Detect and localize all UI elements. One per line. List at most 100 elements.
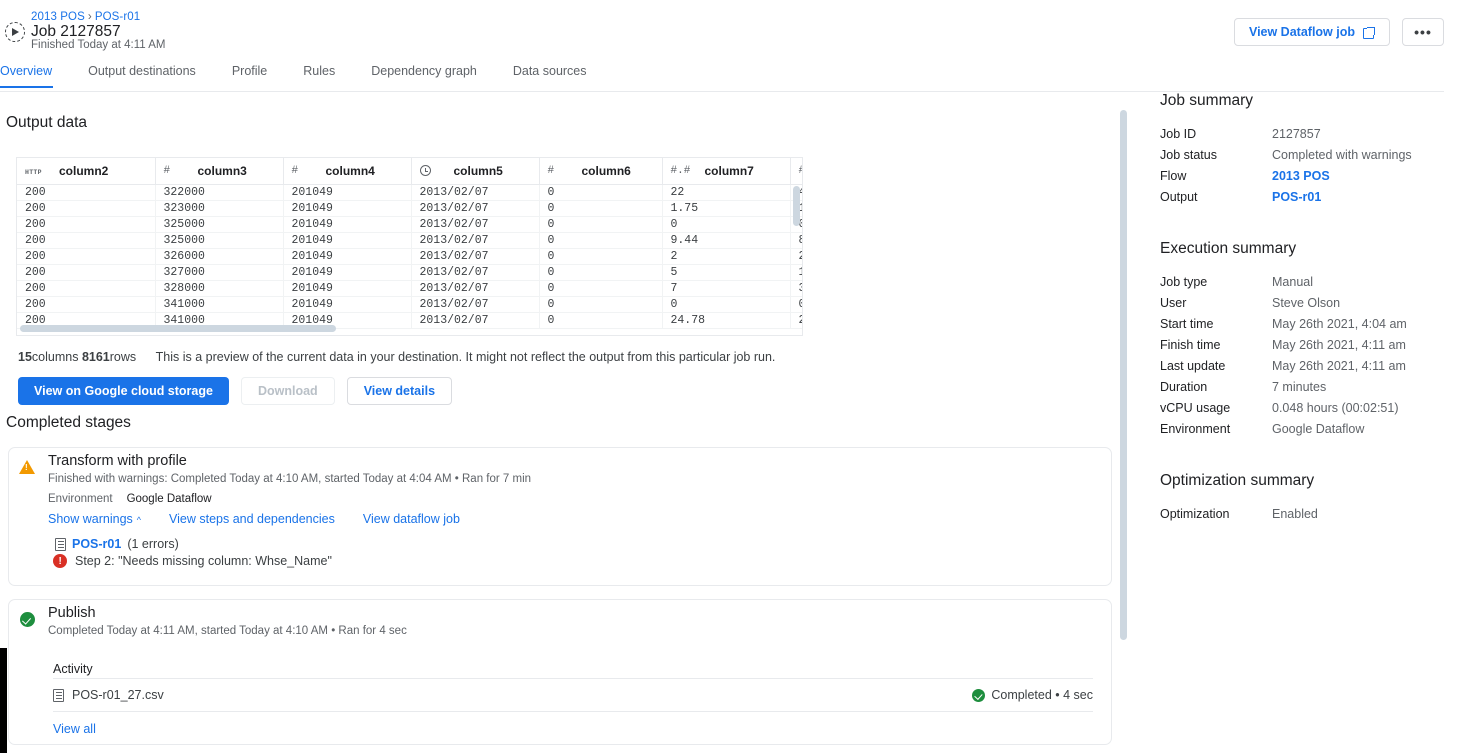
number-type-icon: # (164, 165, 198, 177)
preview-note: This is a preview of the current data in… (156, 350, 776, 364)
show-warnings-link[interactable]: Show warnings^ (48, 512, 141, 526)
table-action-buttons: View on Google cloud storage Download Vi… (18, 377, 452, 405)
table-row[interactable]: 2003230002010492013/02/0701.751 (17, 200, 803, 216)
cell: 341000 (155, 296, 283, 312)
warning-step-text: Step 2: "Needs missing column: Whse_Name… (75, 554, 332, 568)
view-on-google-cloud-storage-button[interactable]: View on Google cloud storage (18, 377, 229, 405)
table-row[interactable]: 2003410002010492013/02/07000 (17, 296, 803, 312)
cell: 200 (17, 184, 155, 200)
breadcrumb-item-flow[interactable]: 2013 POS (31, 11, 85, 23)
warning-file-link[interactable]: POS-r01 (72, 537, 121, 551)
tab-output-destinations[interactable]: Output destinations (88, 64, 196, 87)
check-circle-icon (19, 610, 37, 628)
cell: 323000 (155, 200, 283, 216)
column-header-column6[interactable]: #column6 (539, 158, 662, 184)
breadcrumb: 2013 POS›POS-r01 (31, 11, 140, 23)
cell: 201049 (283, 184, 411, 200)
summary-row-output: OutputPOS-r01 (1160, 187, 1460, 208)
column-header-column3[interactable]: #column3 (155, 158, 283, 184)
cell: 200 (17, 280, 155, 296)
row-value: May 26th 2021, 4:11 am (1272, 356, 1406, 377)
job-summary-heading: Job summary (1160, 92, 1460, 110)
table-horizontal-scrollbar[interactable] (20, 325, 336, 332)
number-type-icon: # (292, 165, 326, 177)
flow-link[interactable]: 2013 POS (1272, 166, 1330, 187)
table-row[interactable]: 2003220002010492013/02/070224 (17, 184, 803, 200)
cell: 200 (17, 216, 155, 232)
columns-word: columns (32, 350, 79, 364)
table-row[interactable]: 2003250002010492013/02/0709.448 (17, 232, 803, 248)
cell: 2013/02/07 (411, 264, 539, 280)
table-row[interactable]: 2003280002010492013/02/07073 (17, 280, 803, 296)
tab-overview[interactable]: Overview (0, 64, 52, 87)
page-subtitle: Finished Today at 4:11 AM (31, 39, 165, 51)
output-link[interactable]: POS-r01 (1272, 187, 1321, 208)
table-header-row: HTTPcolumn2 #column3 #column4 column5 #c (17, 158, 803, 184)
table-meta: 15columns 8161rows This is a preview of … (18, 350, 775, 364)
tab-data-sources[interactable]: Data sources (513, 64, 587, 87)
stage-title: Transform with profile (48, 453, 187, 469)
view-all-link[interactable]: View all (53, 722, 96, 736)
row-key: Output (1160, 187, 1272, 208)
view-dataflow-job-link[interactable]: View dataflow job (363, 512, 460, 526)
view-dataflow-job-button[interactable]: View Dataflow job (1234, 18, 1390, 46)
completed-stages-heading: Completed stages (6, 414, 131, 432)
column-label: column4 (326, 164, 375, 178)
tab-profile[interactable]: Profile (232, 64, 267, 87)
column-header-column2[interactable]: HTTPcolumn2 (17, 158, 155, 184)
cell: 0 (662, 296, 790, 312)
cell: 200 (17, 248, 155, 264)
download-button[interactable]: Download (241, 377, 335, 405)
cell: 325000 (155, 216, 283, 232)
column-header-column5[interactable]: column5 (411, 158, 539, 184)
header-actions: View Dataflow job ••• (1234, 18, 1444, 46)
tab-rules[interactable]: Rules (303, 64, 335, 87)
tab-dependency-graph[interactable]: Dependency graph (371, 64, 477, 87)
activity-status-text: Completed • 4 sec (991, 688, 1093, 702)
table-row[interactable]: 2003270002010492013/02/07051 (17, 264, 803, 280)
row-key: Job type (1160, 272, 1272, 293)
cell: 2013/02/07 (411, 232, 539, 248)
exec-row-finish-time: Finish timeMay 26th 2021, 4:11 am (1160, 335, 1460, 356)
column-header-column8[interactable]: # (790, 158, 803, 184)
view-details-button[interactable]: View details (347, 377, 452, 405)
cell: 201049 (283, 280, 411, 296)
rows-word: rows (110, 350, 136, 364)
left-edge-bar (0, 648, 7, 753)
column-header-column7[interactable]: #.#column7 (662, 158, 790, 184)
breadcrumb-item-output[interactable]: POS-r01 (95, 11, 140, 23)
cell: 200 (17, 200, 155, 216)
exec-row-environment: EnvironmentGoogle Dataflow (1160, 419, 1460, 440)
activity-row[interactable]: POS-r01_27.csv Completed • 4 sec (53, 678, 1093, 712)
view-steps-and-dependencies-link[interactable]: View steps and dependencies (169, 512, 335, 526)
cell: 0 (539, 184, 662, 200)
table-body: 2003220002010492013/02/070224 2003230002… (17, 184, 803, 328)
cell: 24.78 (662, 312, 790, 328)
decimal-type-icon: #.# (671, 165, 705, 177)
activity-label: Activity (53, 662, 93, 676)
cell: 7 (662, 280, 790, 296)
activity-file-name: POS-r01_27.csv (72, 688, 164, 702)
environment-label: Environment (48, 493, 113, 505)
main-vertical-scrollbar[interactable] (1120, 110, 1127, 640)
cell: 201049 (283, 232, 411, 248)
column-header-column4[interactable]: #column4 (283, 158, 411, 184)
exec-row-vcpu-usage: vCPU usage0.048 hours (00:02:51) (1160, 398, 1460, 419)
exec-row-start-time: Start timeMay 26th 2021, 4:04 am (1160, 314, 1460, 335)
warning-step-row: Step 2: "Needs missing column: Whse_Name… (53, 554, 332, 568)
exec-row-job-type: Job typeManual (1160, 272, 1460, 293)
output-data-preview-table: HTTPcolumn2 #column3 #column4 column5 #c (16, 157, 803, 336)
page-header: 2013 POS›POS-r01 Job 2127857 Finished To… (0, 0, 1468, 63)
error-icon (53, 554, 67, 568)
cell: 200 (17, 296, 155, 312)
table-row[interactable]: 2003260002010492013/02/07022 (17, 248, 803, 264)
clock-icon (420, 165, 454, 176)
play-circle-icon (5, 22, 25, 42)
overflow-menu-button[interactable]: ••• (1402, 18, 1444, 46)
job-details-page: 2013 POS›POS-r01 Job 2127857 Finished To… (0, 0, 1468, 753)
table-row[interactable]: 2003250002010492013/02/07000 (17, 216, 803, 232)
table-vertical-scrollbar[interactable] (793, 186, 800, 226)
column-label: column5 (454, 164, 503, 178)
column-label: column7 (705, 164, 754, 178)
cell: 2 (790, 248, 803, 264)
